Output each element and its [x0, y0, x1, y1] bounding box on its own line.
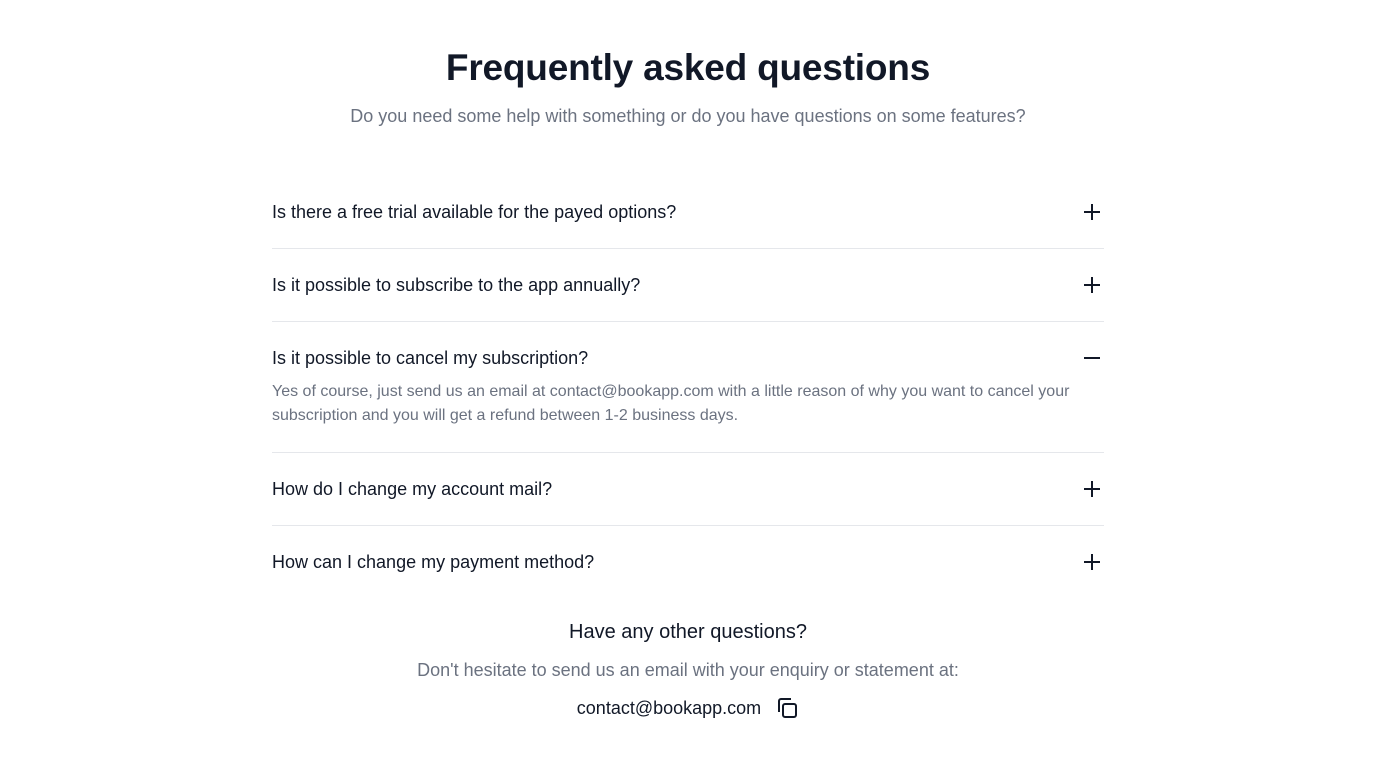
minus-icon[interactable]: [1082, 348, 1102, 368]
faq-question-toggle[interactable]: How can I change my payment method?: [272, 550, 1104, 574]
email-row: contact@bookapp.com: [577, 696, 799, 720]
page-title: Frequently asked questions: [445, 47, 931, 88]
contact-title: Have any other questions?: [569, 621, 807, 643]
faq-item-expanded: Is it possible to cancel my subscription…: [272, 322, 1104, 453]
faq-accordion: Is there a free trial available for the …: [272, 176, 1104, 598]
faq-question-toggle[interactable]: Is it possible to subscribe to the app a…: [272, 273, 1104, 297]
faq-page: Frequently asked questions Do you need s…: [0, 0, 1376, 774]
faq-item: Is there a free trial available for the …: [272, 176, 1104, 249]
faq-item: How do I change my account mail?: [272, 453, 1104, 526]
faq-question: Is it possible to subscribe to the app a…: [272, 274, 641, 295]
plus-icon[interactable]: [1082, 479, 1102, 499]
page-subtitle: Do you need some help with something or …: [350, 106, 1026, 126]
faq-answer: Yes of course, just send us an email at …: [272, 383, 1070, 424]
faq-question-toggle[interactable]: Is there a free trial available for the …: [272, 200, 1104, 224]
faq-question: How can I change my payment method?: [272, 551, 595, 572]
faq-question-toggle[interactable]: Is it possible to cancel my subscription…: [272, 346, 1104, 370]
plus-icon[interactable]: [1082, 552, 1102, 572]
contact-email[interactable]: contact@bookapp.com: [577, 698, 761, 719]
faq-question-toggle[interactable]: How do I change my account mail?: [272, 477, 1104, 501]
faq-question: How do I change my account mail?: [272, 478, 553, 499]
faq-question: Is there a free trial available for the …: [272, 201, 677, 222]
copy-icon[interactable]: [775, 696, 799, 720]
faq-question: Is it possible to cancel my subscription…: [272, 347, 589, 368]
plus-icon[interactable]: [1082, 202, 1102, 222]
faq-item: How can I change my payment method?: [272, 526, 1104, 598]
contact-text: Don't hesitate to send us an email with …: [417, 660, 959, 680]
plus-icon[interactable]: [1082, 275, 1102, 295]
contact-section: Have any other questions? Don't hesitate…: [0, 618, 1376, 720]
faq-header: Frequently asked questions Do you need s…: [0, 44, 1376, 128]
faq-item: Is it possible to subscribe to the app a…: [272, 249, 1104, 322]
